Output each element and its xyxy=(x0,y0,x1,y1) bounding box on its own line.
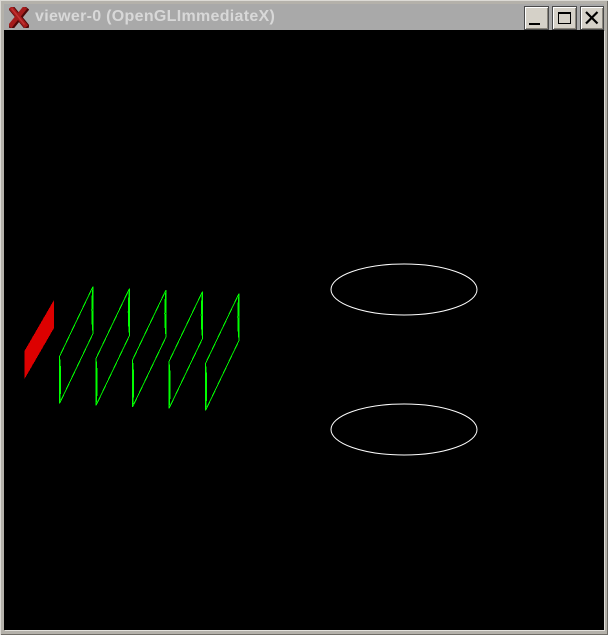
minimize-icon xyxy=(529,23,540,25)
green-panel xyxy=(96,289,130,406)
green-panel xyxy=(169,292,203,409)
green-panel xyxy=(133,290,167,407)
red-x-app-icon[interactable] xyxy=(9,7,29,28)
red-panel xyxy=(25,300,55,379)
green-panel xyxy=(60,287,94,404)
window-title: viewer-0 (OpenGLImmediateX) xyxy=(35,4,275,30)
close-icon xyxy=(585,11,599,25)
title-bar[interactable]: viewer-0 (OpenGLImmediateX) xyxy=(4,4,604,30)
viewer-window: viewer-0 (OpenGLImmediateX) xyxy=(0,0,608,635)
close-button[interactable] xyxy=(580,6,604,30)
opengl-viewport[interactable] xyxy=(4,30,604,630)
white-circle xyxy=(331,264,477,315)
white-circle xyxy=(331,404,477,455)
rendered-scene xyxy=(4,30,604,630)
green-panel xyxy=(206,294,240,411)
maximize-icon xyxy=(558,12,571,24)
window-controls xyxy=(524,6,604,30)
minimize-button[interactable] xyxy=(524,6,549,30)
maximize-button[interactable] xyxy=(552,6,577,30)
